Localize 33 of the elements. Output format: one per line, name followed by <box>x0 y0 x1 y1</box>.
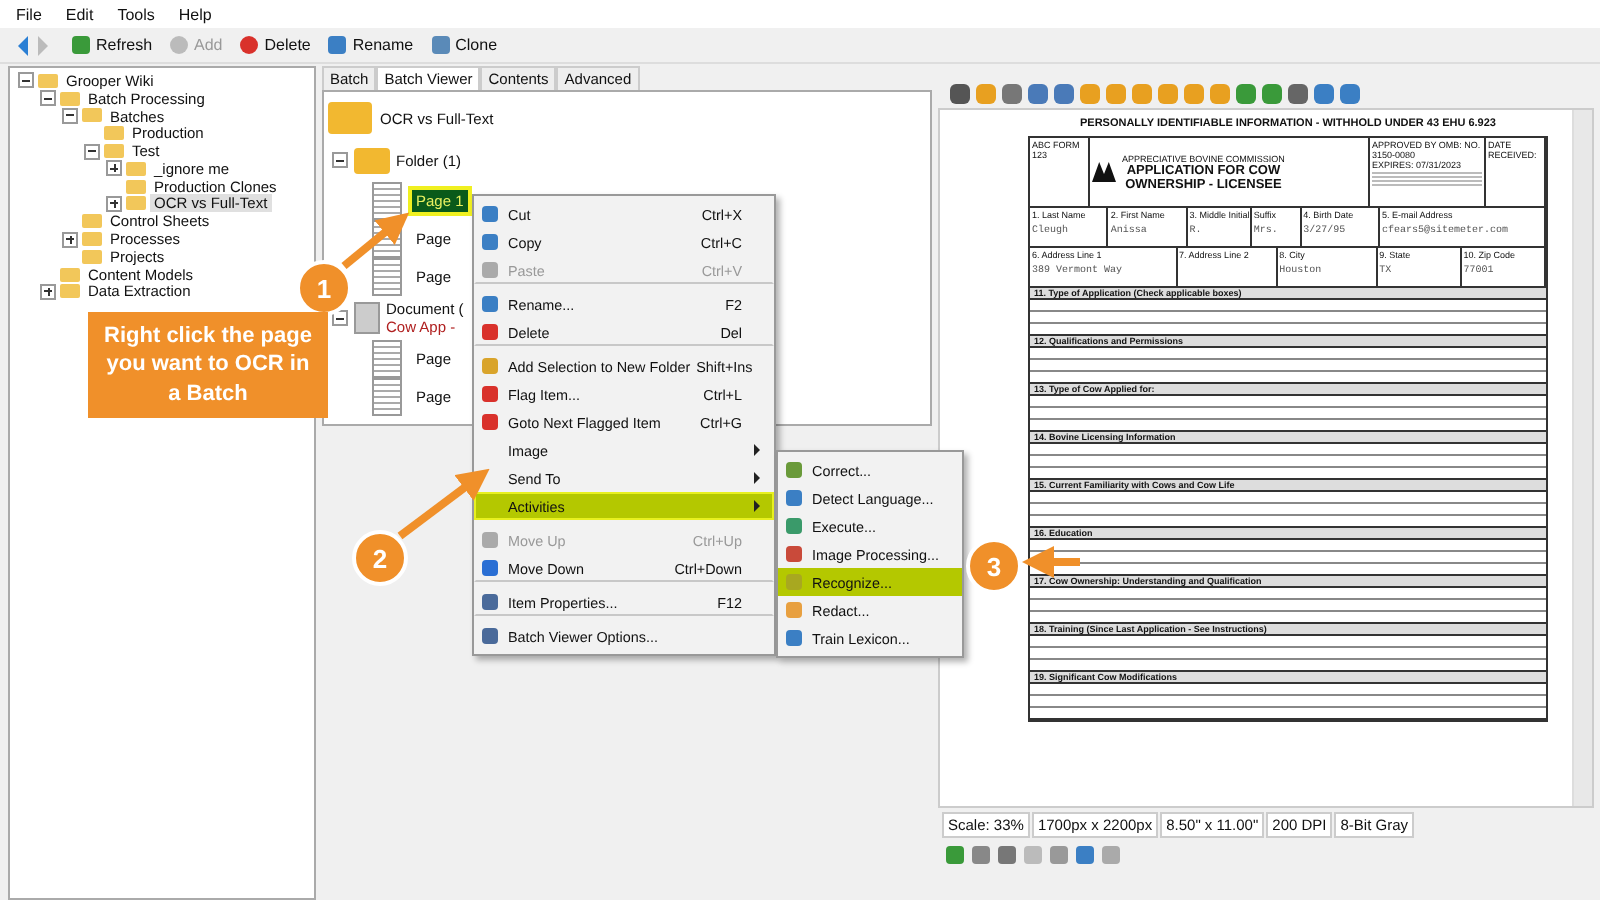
toolbar-button[interactable]: Clone <box>427 34 502 56</box>
menu-item[interactable]: Edit <box>65 5 94 23</box>
scrollbar[interactable] <box>1572 110 1592 806</box>
expand-icon[interactable] <box>40 283 56 300</box>
collapse-icon[interactable] <box>18 72 34 89</box>
expand-icon[interactable] <box>106 160 122 177</box>
expand-icon[interactable] <box>106 195 122 212</box>
menu-item[interactable]: Tools <box>117 5 155 23</box>
collapse-icon[interactable] <box>62 107 78 124</box>
callout-text: Right click the page you want to OCR in a Batch <box>88 312 328 418</box>
expand-icon[interactable] <box>62 231 78 248</box>
menu-item[interactable]: Help <box>178 5 212 23</box>
page-thumbnail <box>372 182 402 220</box>
toolbar-button[interactable]: Refresh <box>68 34 157 56</box>
page-thumbnail <box>372 340 402 378</box>
page-thumbnail <box>372 378 402 416</box>
folder-icon <box>354 147 390 173</box>
collapse-icon[interactable] <box>40 90 56 107</box>
arrow <box>397 468 490 540</box>
step-number: 2 <box>352 530 408 586</box>
folder-icon <box>328 102 372 134</box>
fine-print-drawing <box>1372 170 1482 186</box>
menu-item[interactable]: File <box>16 5 42 23</box>
document-icon <box>354 302 380 334</box>
collapse-icon[interactable] <box>84 143 100 160</box>
collapse-icon[interactable] <box>332 152 348 168</box>
logo-icon <box>1092 162 1116 182</box>
collapse-icon[interactable] <box>332 310 348 326</box>
page-thumbnail <box>372 258 402 296</box>
toolbar-button[interactable]: Rename <box>324 34 418 56</box>
arrow <box>1022 546 1080 578</box>
arrow <box>341 212 410 270</box>
toolbar-button[interactable]: Delete <box>236 34 315 56</box>
